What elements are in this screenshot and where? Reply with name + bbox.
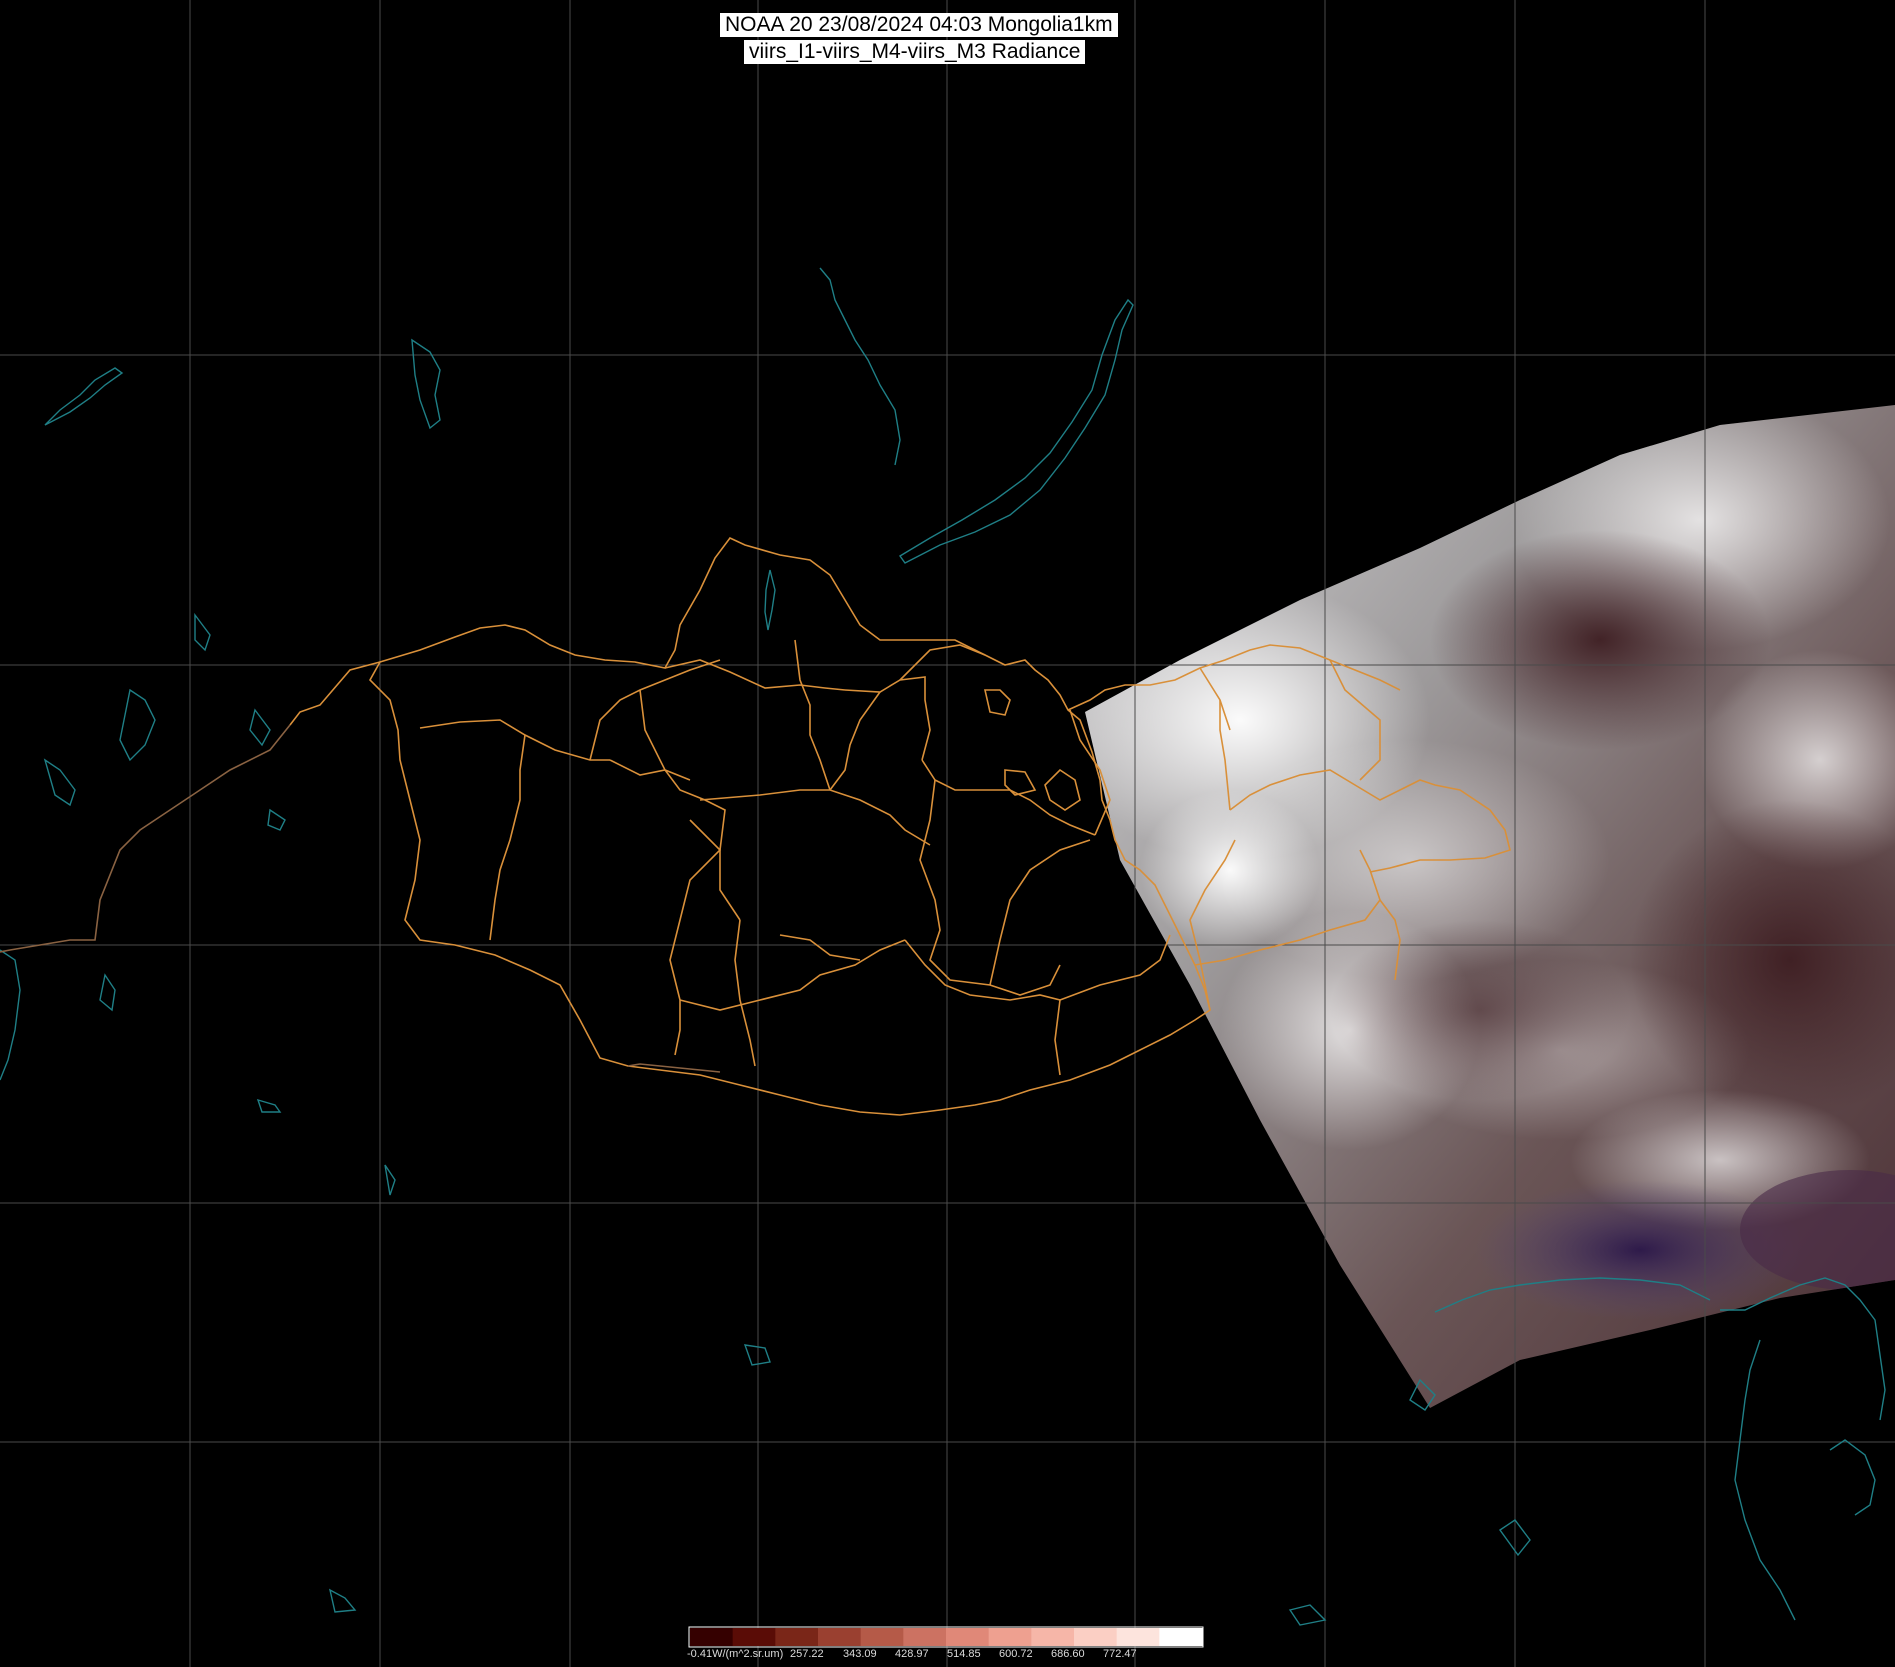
color-bar-swatch [1031, 1628, 1075, 1646]
legend-label-1: 257.22 [790, 1648, 824, 1660]
satellite-swath [1085, 405, 1895, 1408]
color-bar-swatch [732, 1628, 776, 1646]
legend-label-5: 600.72 [999, 1648, 1033, 1660]
color-bar-swatch [1159, 1628, 1203, 1646]
color-bar-swatch [818, 1628, 862, 1646]
legend-label-7: 772.47 [1103, 1648, 1137, 1660]
satellite-map [0, 0, 1895, 1667]
color-bar-swatch [690, 1628, 734, 1646]
title-line-2: viirs_I1-viirs_M4-viirs_M3 Radiance [744, 40, 1086, 64]
color-bar-swatch [860, 1628, 904, 1646]
legend-label-4: 514.85 [947, 1648, 981, 1660]
color-bar-swatch [1116, 1628, 1160, 1646]
river-north [819, 267, 901, 466]
legend-label-3: 428.97 [895, 1648, 929, 1660]
legend-label-0: -0.41W/(m^2.sr.um) [687, 1648, 784, 1660]
color-bar-swatch [1074, 1628, 1118, 1646]
radiance-color-bar [688, 1626, 1204, 1648]
lake-khovsgol [764, 569, 776, 631]
legend-label-2: 343.09 [843, 1648, 877, 1660]
title-line-1: NOAA 20 23/08/2024 04:03 Mongolia1km [720, 13, 1118, 37]
color-bar-swatch [775, 1628, 819, 1646]
lake-baikal [898, 298, 1134, 564]
color-bar-swatch [988, 1628, 1032, 1646]
legend-label-6: 686.60 [1051, 1648, 1085, 1660]
mongolia-outline [369, 537, 1211, 1116]
color-bar-swatch [903, 1628, 947, 1646]
color-bar-swatch [946, 1628, 990, 1646]
